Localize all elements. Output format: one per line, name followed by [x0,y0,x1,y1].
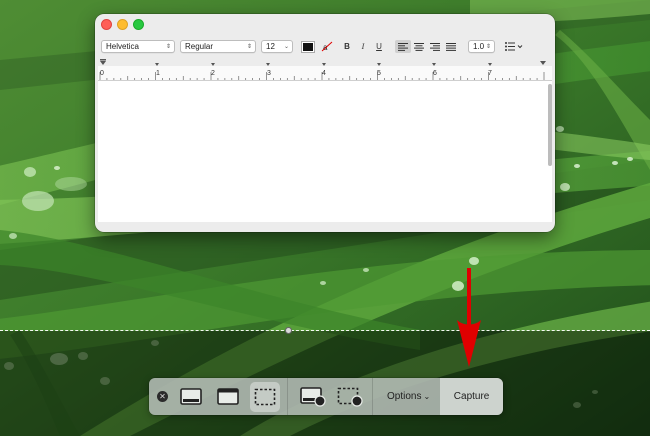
highlight-color-icon: a [321,41,333,52]
document-ruler[interactable]: 0 1 2 3 4 5 6 7 [98,58,552,82]
capture-selected-window-button[interactable] [213,382,243,412]
close-toolbar-button[interactable]: ✕ [157,391,168,402]
line-spacing-select[interactable]: 1.0 ⇕ [468,40,495,53]
capture-button[interactable]: Capture [440,378,503,415]
screenshot-toolbar: ✕ Options ⌄ Capture [149,378,503,415]
vertical-scrollbar[interactable] [548,84,552,166]
capture-label: Capture [453,391,490,402]
close-window-button[interactable] [101,19,112,30]
up-down-chevron-icon: ⇕ [246,44,252,50]
align-right-icon [430,42,440,51]
bulleted-list-icon [505,42,523,51]
underline-button[interactable]: U [373,40,385,53]
selection-resize-handle[interactable] [285,327,292,334]
ruler-label: 2 [211,70,215,77]
up-down-chevron-icon: ⇕ [485,44,491,50]
align-justify-icon [446,42,456,51]
justify-button[interactable] [443,40,459,53]
font-size-select[interactable]: 12 ⌄ [261,40,293,53]
align-center-icon [414,42,424,51]
options-label: Options [387,391,422,402]
ruler-label: 4 [322,70,326,77]
bold-button[interactable]: B [341,40,353,53]
italic-button[interactable]: I [357,40,369,53]
ruler-label: 5 [377,70,381,77]
document-text-area[interactable] [98,80,552,222]
capture-entire-screen-icon [180,388,202,405]
format-toolbar: Helvetica ⇕ Regular ⇕ 12 ⌄ a B I U [101,38,549,55]
record-entire-screen-icon [300,386,326,407]
capture-selected-window-icon [217,388,239,405]
text-color-well[interactable] [301,40,315,53]
font-family-select[interactable]: Helvetica ⇕ [101,40,175,53]
ruler-label: 0 [100,70,104,77]
background-color-button[interactable]: a [321,40,333,53]
up-down-chevron-icon: ⌄ [283,44,289,50]
capture-selected-portion-icon [254,388,276,405]
red-arrow-annotation [452,268,486,373]
window-controls [101,19,144,30]
record-entire-screen-button[interactable] [298,382,328,412]
alignment-group [395,40,459,53]
ruler-label: 7 [488,70,492,77]
ruler-label: 6 [433,70,437,77]
zoom-window-button[interactable] [133,19,144,30]
align-right-button[interactable] [427,40,443,53]
toolbar-divider [372,378,373,415]
toolbar-divider [287,378,288,415]
font-style-value: Regular [185,42,214,51]
record-selected-portion-button[interactable] [335,382,365,412]
minimize-window-button[interactable] [117,19,128,30]
align-center-button[interactable] [411,40,427,53]
ruler-label: 3 [267,70,271,77]
options-menu-button[interactable]: Options ⌄ [377,378,440,415]
font-family-value: Helvetica [106,42,139,51]
textedit-window: Helvetica ⇕ Regular ⇕ 12 ⌄ a B I U [95,14,555,232]
ruler-label: 1 [156,70,160,77]
chevron-down-icon: ⌄ [423,392,431,401]
align-left-icon [398,42,408,51]
up-down-chevron-icon: ⇕ [165,44,171,50]
capture-selected-portion-button[interactable] [250,381,280,412]
record-selected-portion-icon [337,387,363,407]
font-size-value: 12 [266,42,275,51]
selection-boundary-line [0,330,650,331]
line-spacing-value: 1.0 [473,42,485,51]
align-left-button[interactable] [395,40,411,53]
list-style-button[interactable] [505,40,523,53]
font-style-select[interactable]: Regular ⇕ [180,40,256,53]
capture-entire-screen-button[interactable] [176,382,206,412]
